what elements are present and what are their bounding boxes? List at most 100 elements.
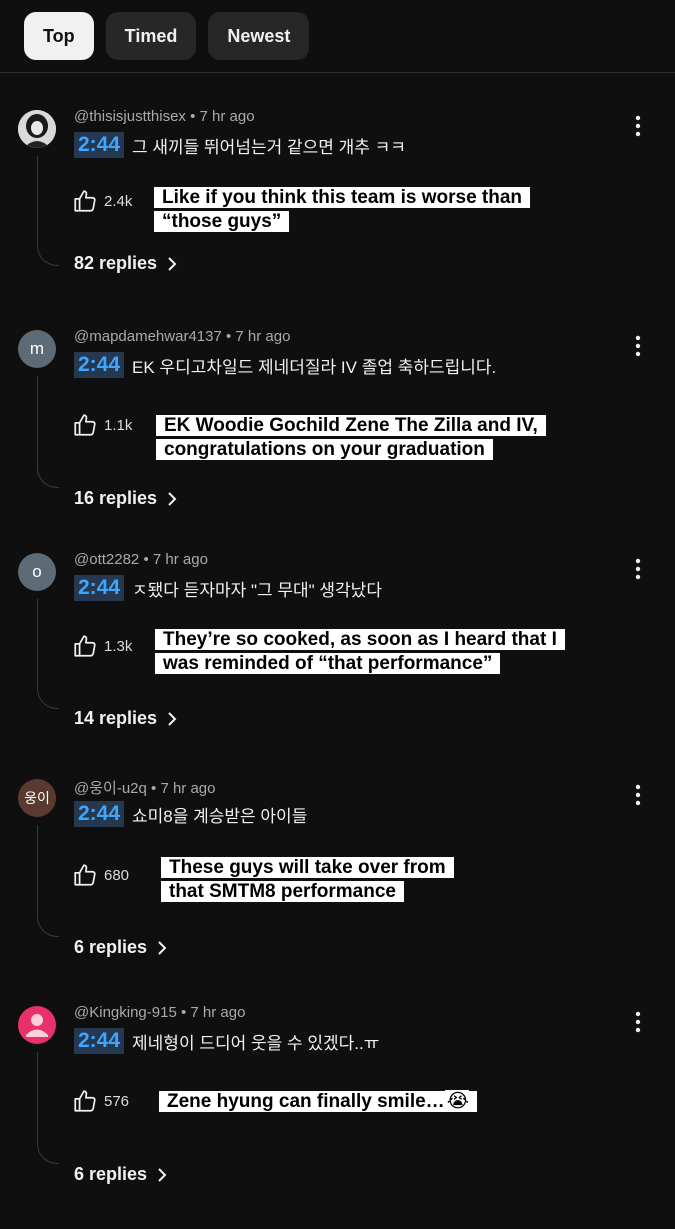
timestamp-link[interactable]: 2:44 [74, 1028, 125, 1054]
comment-body: 2:44 제네형이 드디어 웃을 수 있겠다..ㅠ [74, 1028, 379, 1054]
comment-text: 쇼미8을 계승받은 아이들 [132, 806, 308, 826]
translation-text: These guys will take over from that SMTM… [161, 857, 454, 902]
comment-body: 2:44 EK 우디고차일드 제네더질라 IV 졸업 축하드립니다. [74, 352, 496, 378]
comment-author[interactable]: @mapdamehwar4137 [74, 328, 222, 345]
comment-author[interactable]: @웅이-u2q [74, 780, 147, 797]
thumbs-up-icon[interactable] [72, 412, 98, 438]
tab-timed[interactable]: Timed [105, 12, 197, 60]
comment-age: 7 hr ago [160, 780, 216, 797]
avatar[interactable] [18, 110, 56, 148]
translation-text: Like if you think this team is worse tha… [154, 187, 531, 232]
more-options-icon[interactable] [626, 334, 650, 358]
thumbs-up-icon[interactable] [72, 188, 98, 214]
comment-author[interactable]: @Kingking-915 [74, 1004, 177, 1021]
like-count: 1.1k [104, 416, 133, 434]
translation-caption: They’re so cooked, as soon as I heard th… [155, 628, 585, 676]
tab-top[interactable]: Top [24, 12, 94, 60]
comment-item: 웅이 @웅이-u2q • 7 hr ago 2:44 쇼미8을 계승받은 아이들… [0, 777, 675, 1002]
like-row: 576 [72, 1088, 129, 1114]
replies-button[interactable]: 14 replies [74, 708, 177, 729]
thread-connector [37, 599, 59, 709]
chevron-right-icon [168, 711, 177, 726]
thumbs-up-icon[interactable] [72, 862, 98, 888]
tabs-divider [0, 72, 675, 73]
avatar[interactable]: m [18, 330, 56, 368]
thumbs-up-icon[interactable] [72, 1088, 98, 1114]
comment-age: 7 hr ago [190, 1004, 246, 1021]
meta-separator: • [143, 551, 153, 568]
like-row: 680 [72, 862, 129, 888]
thread-connector [37, 156, 59, 266]
thread-connector [37, 1052, 59, 1164]
comment-author[interactable]: @thisisjustthisex [74, 108, 186, 125]
comment-age: 7 hr ago [152, 551, 208, 568]
like-count: 2.4k [104, 192, 133, 210]
comment-text: 제네형이 드디어 웃을 수 있겠다..ㅠ [132, 1033, 380, 1053]
translation-caption: Like if you think this team is worse tha… [154, 186, 564, 234]
more-options-icon[interactable] [626, 114, 650, 138]
meta-separator: • [180, 1004, 191, 1021]
more-options-icon[interactable] [626, 1010, 650, 1034]
avatar[interactable]: o [18, 553, 56, 591]
comment-text: 그 새끼들 뛰어넘는거 같으면 개추 ㅋㅋ [132, 137, 406, 157]
comment-text: ㅈ됐다 듣자마자 "그 무대" 생각났다 [132, 580, 382, 600]
replies-button[interactable]: 16 replies [74, 488, 177, 509]
timestamp-link[interactable]: 2:44 [74, 352, 125, 378]
translation-caption: Zene hyung can finally smile… 😭 [159, 1089, 477, 1114]
chevron-right-icon [168, 491, 177, 506]
person-icon [26, 1014, 48, 1037]
avatar[interactable] [18, 1006, 56, 1044]
comment-meta: @mapdamehwar4137 • 7 hr ago [74, 328, 290, 345]
translation-text: They’re so cooked, as soon as I heard th… [155, 629, 565, 674]
chevron-right-icon [158, 1167, 167, 1182]
thread-connector [37, 825, 59, 937]
comment-author[interactable]: @ott2282 [74, 551, 139, 568]
meta-separator: • [190, 108, 200, 125]
thread-connector [37, 376, 59, 488]
comment-body: 2:44 쇼미8을 계승받은 아이들 [74, 801, 307, 827]
like-count: 576 [104, 1092, 130, 1110]
comment-body: 2:44 그 새끼들 뛰어넘는거 같으면 개추 ㅋㅋ [74, 132, 406, 158]
tab-newest[interactable]: Newest [208, 12, 310, 60]
comment-meta: @Kingking-915 • 7 hr ago [74, 1004, 245, 1021]
like-count: 680 [104, 866, 130, 884]
like-row: 1.3k [72, 633, 132, 659]
comment-age: 7 hr ago [199, 108, 255, 125]
avatar[interactable]: 웅이 [18, 779, 56, 817]
comment-item: m @mapdamehwar4137 • 7 hr ago 2:44 EK 우디… [0, 328, 675, 553]
translation-text: EK Woodie Gochild Zene The Zilla and IV,… [156, 415, 546, 460]
timestamp-link[interactable]: 2:44 [74, 575, 125, 601]
more-options-icon[interactable] [626, 783, 650, 807]
like-count: 1.3k [104, 637, 133, 655]
comment-meta: @ott2282 • 7 hr ago [74, 551, 208, 568]
comment-meta: @thisisjustthisex • 7 hr ago [74, 108, 255, 125]
comment-item: @Kingking-915 • 7 hr ago 2:44 제네형이 드디어 웃… [0, 1004, 675, 1229]
comment-meta: @웅이-u2q • 7 hr ago [74, 777, 216, 798]
meta-separator: • [225, 328, 236, 345]
chevron-right-icon [168, 256, 177, 271]
more-options-icon[interactable] [626, 557, 650, 581]
comment-body: 2:44 ㅈ됐다 듣자마자 "그 무대" 생각났다 [74, 575, 382, 601]
replies-button[interactable]: 6 replies [74, 1164, 167, 1185]
replies-button[interactable]: 82 replies [74, 253, 177, 274]
replies-label: 82 replies [74, 253, 158, 273]
replies-label: 6 replies [74, 1164, 148, 1184]
chevron-right-icon [158, 940, 167, 955]
translation-text: Zene hyung can finally smile… 😭 [159, 1090, 477, 1112]
translation-words: Zene hyung can finally smile… [167, 1091, 445, 1112]
translation-caption: These guys will take over from that SMTM… [161, 856, 481, 904]
sort-tabs: Top Timed Newest [24, 12, 310, 60]
like-row: 1.1k [72, 412, 132, 438]
thumbs-up-icon[interactable] [72, 633, 98, 659]
comment-age: 7 hr ago [235, 328, 291, 345]
timestamp-link[interactable]: 2:44 [74, 132, 125, 158]
comment-item: o @ott2282 • 7 hr ago 2:44 ㅈ됐다 듣자마자 "그 무… [0, 551, 675, 776]
crying-face-emoji: 😭 [444, 1090, 469, 1112]
replies-button[interactable]: 6 replies [74, 937, 167, 958]
replies-label: 6 replies [74, 937, 148, 957]
comment-item: @thisisjustthisex • 7 hr ago 2:44 그 새끼들 … [0, 108, 675, 333]
translation-caption: EK Woodie Gochild Zene The Zilla and IV,… [156, 414, 596, 462]
timestamp-link[interactable]: 2:44 [74, 801, 125, 827]
comment-text: EK 우디고차일드 제네더질라 IV 졸업 축하드립니다. [132, 357, 497, 377]
replies-label: 14 replies [74, 708, 158, 728]
